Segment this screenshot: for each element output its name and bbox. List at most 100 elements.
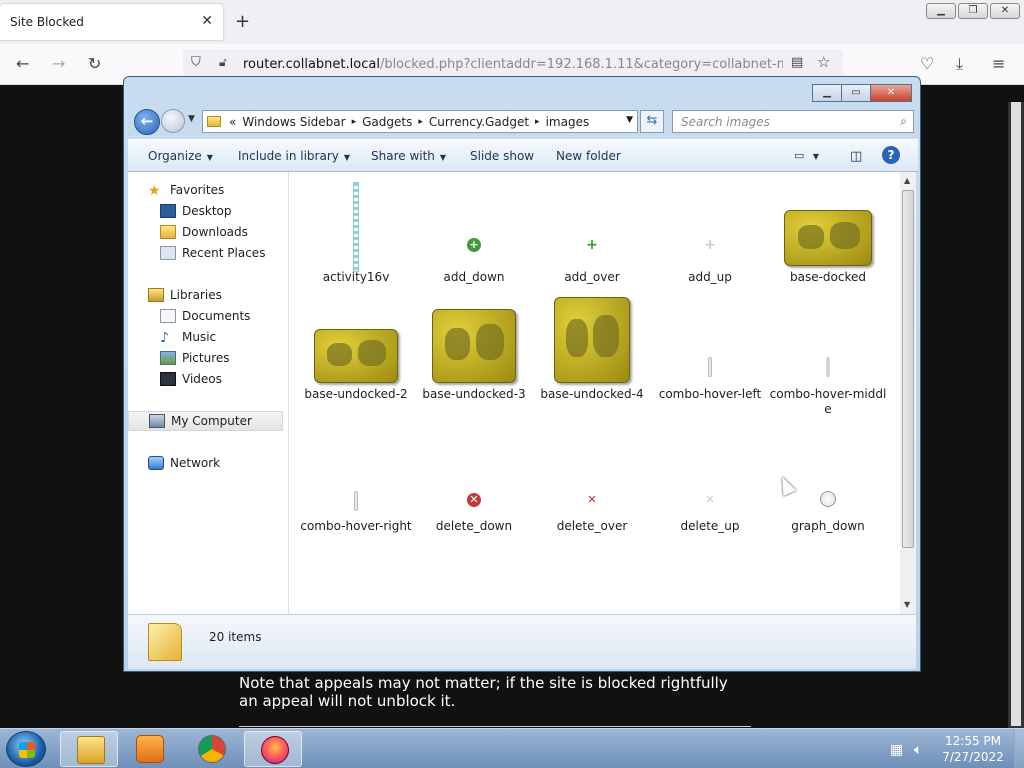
- sidebar-item-downloads[interactable]: Downloads: [128, 222, 289, 242]
- page-notice: Note that appeals may not matter; if the…: [239, 674, 728, 710]
- new-tab-icon[interactable]: +: [235, 11, 250, 32]
- address-dropdown-icon[interactable]: ▼: [626, 115, 633, 125]
- search-input[interactable]: Search images ⌕: [672, 110, 914, 133]
- breadcrumb-gadgets[interactable]: Gadgets: [362, 115, 412, 129]
- sidebar-item-network[interactable]: Network: [128, 453, 289, 473]
- show-desktop-button[interactable]: [1014, 729, 1024, 768]
- folder-icon: [148, 623, 182, 661]
- file-item[interactable]: combo-hover-right: [297, 425, 415, 534]
- explorer-nav-row: ← ▼ « Windows Sidebar ▸ Gadgets ▸ Curren…: [132, 107, 914, 135]
- file-item[interactable]: ✕ delete_down: [415, 425, 533, 534]
- taskbar-chrome-button[interactable]: [182, 731, 240, 767]
- sidebar-item-pictures[interactable]: Pictures: [128, 348, 289, 368]
- tab-close-icon[interactable]: ✕: [201, 13, 213, 29]
- file-item[interactable]: ✕ delete_over: [533, 425, 651, 534]
- taskbar: ▦ 🔈︎ 12:55 PM 7/27/2022: [0, 728, 1024, 768]
- sidebar-item-favorites[interactable]: ★ Favorites: [128, 180, 289, 200]
- breadcrumb-prefix[interactable]: «: [229, 115, 236, 129]
- file-list-scrollbar[interactable]: ▲ ▼: [900, 172, 916, 614]
- help-icon[interactable]: ?: [882, 146, 900, 164]
- slide-show-button[interactable]: Slide show: [470, 149, 534, 163]
- explorer-maximize-button[interactable]: ▭: [841, 84, 871, 102]
- browser-tab[interactable]: Site Blocked ✕: [0, 4, 223, 40]
- address-bar[interactable]: « Windows Sidebar ▸ Gadgets ▸ Currency.G…: [202, 110, 638, 133]
- file-item[interactable]: + add_up: [651, 176, 769, 285]
- sidebar-item-libraries[interactable]: Libraries: [128, 285, 289, 305]
- taskbar-explorer-button[interactable]: [60, 731, 118, 767]
- preview-pane-icon[interactable]: ◫: [850, 149, 862, 164]
- file-item[interactable]: activity16v: [297, 176, 415, 285]
- map-thumbnail: [784, 210, 872, 266]
- breadcrumb-windows-sidebar[interactable]: Windows Sidebar: [242, 115, 345, 129]
- pocket-icon[interactable]: ♡: [920, 54, 934, 73]
- url-bar[interactable]: ⛉ 🔓︎ router.collabnet.local/blocked.php?…: [183, 49, 843, 79]
- breadcrumb-arrow-icon[interactable]: ▸: [535, 117, 540, 127]
- scroll-thumb[interactable]: [902, 190, 914, 548]
- file-item[interactable]: base-undocked-2: [297, 293, 415, 402]
- breadcrumb-images[interactable]: images: [546, 115, 590, 129]
- file-item[interactable]: base-docked: [769, 176, 887, 285]
- explorer-minimize-button[interactable]: ▁: [812, 84, 842, 102]
- search-icon[interactable]: ⌕: [900, 114, 907, 129]
- download-icon[interactable]: ⤓: [956, 54, 963, 74]
- scroll-down-icon[interactable]: ▼: [904, 600, 910, 609]
- history-dropdown-icon[interactable]: ▼: [188, 114, 195, 124]
- explorer-back-button[interactable]: ←: [134, 109, 160, 135]
- file-item[interactable]: combo-hover-left: [651, 293, 769, 402]
- taskbar-media-player-button[interactable]: [120, 731, 178, 767]
- browser-restore-button[interactable]: ❐: [958, 3, 988, 19]
- file-item[interactable]: base-undocked-4: [533, 293, 651, 402]
- network-status-icon[interactable]: ▦: [890, 742, 903, 758]
- forward-arrow-icon[interactable]: →: [52, 54, 65, 73]
- breadcrumb-arrow-icon[interactable]: ▸: [352, 117, 357, 127]
- explorer-close-button[interactable]: ✕: [870, 84, 912, 102]
- file-name: combo-hover-left: [658, 387, 762, 401]
- file-item[interactable]: + add_over: [533, 176, 651, 285]
- refresh-icon[interactable]: ⇆: [640, 110, 664, 133]
- lock-warning-icon[interactable]: 🔓︎: [219, 55, 227, 70]
- sidebar-item-my-computer[interactable]: My Computer: [128, 411, 283, 431]
- file-item[interactable]: combo-hover-middle: [769, 293, 887, 417]
- documents-icon: [160, 309, 176, 323]
- back-arrow-icon[interactable]: ←: [16, 54, 29, 73]
- star-icon: ★: [148, 183, 161, 199]
- reader-view-icon[interactable]: ▤: [791, 55, 803, 70]
- page-scrollbar[interactable]: [1008, 102, 1024, 728]
- scroll-up-icon[interactable]: ▲: [904, 176, 910, 185]
- breadcrumb-currency-gadget[interactable]: Currency.Gadget: [429, 115, 529, 129]
- explorer-forward-button[interactable]: [161, 109, 185, 133]
- include-in-library-button[interactable]: Include in library ▼: [238, 149, 350, 163]
- file-name: delete_over: [556, 519, 628, 533]
- view-options-icon[interactable]: ▭ ▼: [794, 149, 819, 162]
- sidebar-item-recent-places[interactable]: Recent Places: [128, 243, 289, 263]
- volume-icon[interactable]: 🔈︎: [914, 742, 922, 758]
- sidebar-item-desktop[interactable]: Desktop: [128, 201, 289, 221]
- sidebar-item-music[interactable]: ♪ Music: [128, 327, 289, 347]
- bookmark-star-icon[interactable]: ☆: [817, 53, 830, 71]
- new-folder-button[interactable]: New folder: [556, 149, 621, 163]
- menu-icon[interactable]: ≡: [992, 54, 1005, 73]
- file-list: activity16v + add_down + add_over + add_…: [289, 172, 900, 614]
- share-with-button[interactable]: Share with ▼: [371, 149, 446, 163]
- file-item[interactable]: base-undocked-3: [415, 293, 533, 402]
- breadcrumb-arrow-icon[interactable]: ▸: [418, 117, 423, 127]
- browser-close-button[interactable]: ✕: [990, 3, 1020, 19]
- file-name: combo-hover-middle: [769, 387, 887, 416]
- shield-icon[interactable]: ⛉: [191, 55, 201, 70]
- start-button[interactable]: [6, 731, 46, 767]
- browser-minimize-button[interactable]: ▁: [926, 3, 956, 19]
- sidebar-item-documents[interactable]: Documents: [128, 306, 289, 326]
- sidebar-item-videos[interactable]: Videos: [128, 369, 289, 389]
- system-clock[interactable]: 12:55 PM 7/27/2022: [938, 733, 1008, 765]
- map-thumbnail: [314, 329, 398, 383]
- file-item[interactable]: + add_down: [415, 176, 533, 285]
- reload-icon[interactable]: ↻: [88, 54, 101, 73]
- file-item[interactable]: ✕ delete_up: [651, 425, 769, 534]
- add-icon: +: [586, 237, 598, 253]
- search-placeholder: Search images: [681, 115, 770, 129]
- graph-icon: [820, 491, 836, 507]
- taskbar-firefox-button[interactable]: [244, 731, 302, 767]
- organize-button[interactable]: Organize ▼: [148, 149, 213, 163]
- file-name: combo-hover-right: [300, 519, 412, 533]
- delete-icon: ✕: [587, 493, 597, 506]
